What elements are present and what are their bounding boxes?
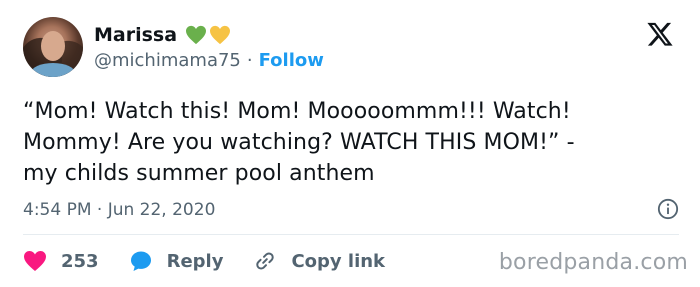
info-icon[interactable] (657, 198, 679, 220)
yellow-heart-icon (210, 25, 231, 45)
like-button[interactable]: 253 (23, 250, 99, 272)
copy-link-label: Copy link (291, 250, 386, 272)
reply-label: Reply (166, 250, 224, 272)
tweet-meta: 4:54 PM · Jun 22, 2020 (23, 198, 679, 222)
tweet-card: Marissa @michimama75 · Follow “Mom! Watc… (0, 0, 700, 287)
avatar-face (41, 31, 65, 61)
avatar[interactable] (23, 17, 83, 77)
follow-button[interactable]: Follow (259, 50, 324, 71)
watermark: boredpanda.com (498, 250, 688, 275)
display-name[interactable]: Marissa (94, 24, 177, 46)
tweet-header: Marissa @michimama75 · Follow (23, 15, 324, 79)
name-row: Marissa (94, 23, 324, 47)
copy-link-button[interactable]: Copy link (253, 249, 385, 273)
action-bar: 253 Reply Copy link (23, 248, 415, 274)
user-info: Marissa @michimama75 · Follow (94, 23, 324, 71)
like-count: 253 (61, 250, 99, 272)
user-handle[interactable]: @michimama75 (94, 50, 241, 71)
handle-row: @michimama75 · Follow (94, 50, 324, 71)
avatar-shirt (31, 63, 75, 77)
divider (23, 234, 679, 235)
x-logo-icon[interactable] (645, 20, 675, 48)
green-heart-icon (186, 25, 207, 45)
link-icon (256, 252, 275, 270)
emoji-hearts (185, 25, 233, 45)
heart-icon (24, 251, 46, 271)
tweet-text: “Mom! Watch this! Mom! Mooooommm!!! Watc… (23, 99, 575, 186)
timestamp[interactable]: 4:54 PM · Jun 22, 2020 (23, 200, 215, 220)
separator-dot: · (246, 50, 253, 71)
reply-bubble-icon (130, 251, 151, 271)
reply-button[interactable]: Reply (129, 249, 224, 273)
